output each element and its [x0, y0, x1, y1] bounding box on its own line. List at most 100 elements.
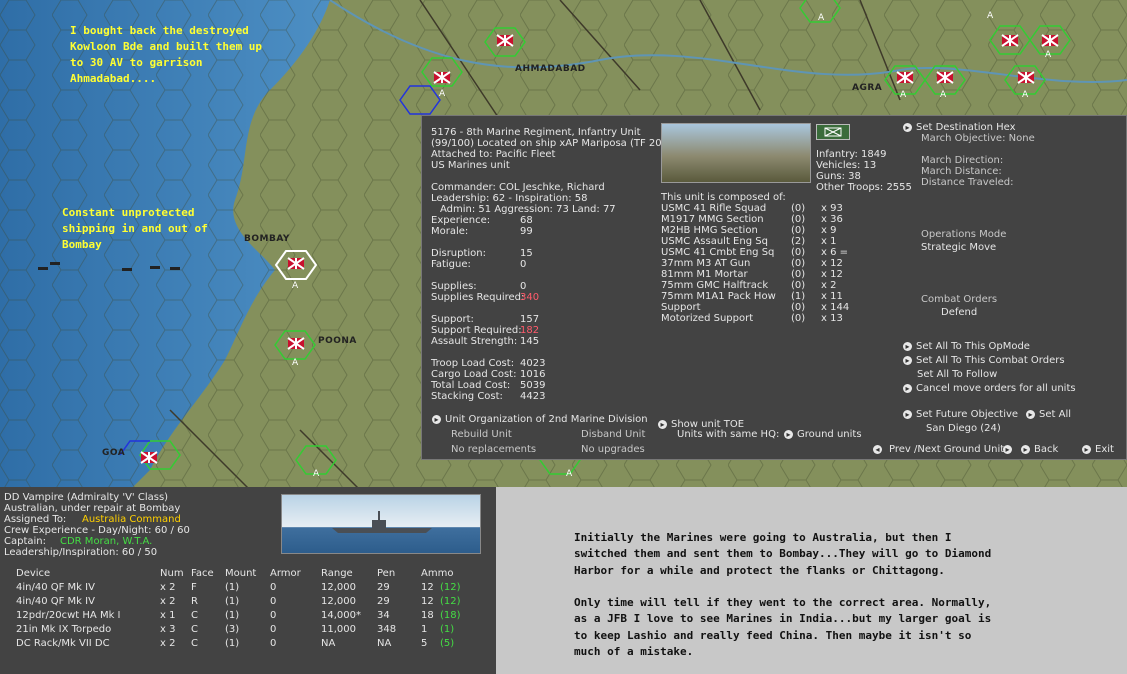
stat-label: Supplies Required: — [431, 292, 525, 303]
composition-count: x 13 — [821, 313, 843, 324]
composition-name: Support — [661, 302, 701, 313]
stat-value: 0 — [520, 259, 527, 270]
composition-name: USMC 41 Cmbt Eng Sq — [661, 247, 775, 258]
composition-disabled: (0) — [791, 225, 806, 236]
unit-counter-icon[interactable] — [896, 71, 914, 84]
unit-counter-icon[interactable] — [140, 451, 158, 464]
prev-next-label: Prev /Next Ground Unit — [889, 444, 1005, 455]
prev-unit-button[interactable]: ◂ — [873, 444, 886, 455]
unit-photo — [661, 123, 811, 183]
composition-name: 75mm M1A1 Pack How — [661, 291, 776, 302]
set-destination-label: Set Destination Hex — [916, 122, 1016, 133]
commander-line[interactable]: Commander: COL Jeschke, Richard — [431, 182, 605, 193]
device-range: NA — [321, 638, 336, 649]
captain-name-link[interactable]: CDR Moran, W.T.A. — [60, 536, 152, 547]
no-upgrades: No upgrades — [581, 444, 645, 455]
device-armor: 0 — [270, 610, 277, 621]
commentary-panel: Initially the Marines were going to Aust… — [496, 487, 1127, 674]
composition-name: 75mm GMC Halftrack — [661, 280, 769, 291]
composition-name: M1917 MMG Section — [661, 214, 764, 225]
device-pen: 29 — [377, 582, 390, 593]
device-name[interactable]: 4in/40 QF Mk IV — [16, 596, 95, 607]
device-name[interactable]: 21in Mk IX Torpedo — [16, 624, 111, 635]
stat-value: 68 — [520, 215, 533, 226]
unit-counter-icon[interactable] — [496, 34, 514, 47]
set-destination-button[interactable]: ▸ Set Destination Hex — [903, 122, 1016, 133]
composition-disabled: (0) — [791, 247, 806, 258]
device-name[interactable]: 4in/40 QF Mk IV — [16, 582, 95, 593]
unit-marker-label: A — [1045, 50, 1052, 60]
stat-label: Disruption: — [431, 248, 487, 259]
unit-counter-icon[interactable] — [1041, 34, 1059, 47]
stat-label: Total Load Cost: — [431, 380, 511, 391]
disband-unit-button[interactable]: Disband Unit — [581, 429, 645, 440]
cancel-move-button[interactable]: ▸ Cancel move orders for all units — [903, 383, 1076, 394]
arrow-right-icon: ▸ — [784, 429, 793, 439]
assigned-command-link[interactable]: Australia Command — [82, 514, 181, 525]
no-replacements: No replacements — [451, 444, 537, 455]
exit-button[interactable]: ▸ Exit — [1082, 444, 1114, 455]
device-num: x 2 — [160, 596, 176, 607]
unit-marker-label: A — [292, 281, 299, 291]
annotation-line: shipping in and out of — [62, 222, 208, 235]
set-all-opmode-button[interactable]: ▸ Set All To This OpMode — [903, 341, 1030, 352]
stat-value: 99 — [520, 226, 533, 237]
unit-counter-icon[interactable] — [936, 71, 954, 84]
device-ammo: 18 — [421, 610, 434, 621]
ground-units-label: Ground units — [797, 429, 862, 440]
totals-infantry: Infantry: 1849 — [816, 149, 887, 160]
commentary-paragraph-2: Only time will tell if they went to the … — [574, 596, 992, 658]
stat-value-required: 340 — [520, 292, 540, 303]
unit-header-line: 5176 - 8th Marine Regiment, Infantry Uni… — [431, 127, 641, 138]
device-ammo-max: (5) — [440, 638, 455, 649]
device-name[interactable]: DC Rack/Mk VII DC — [16, 638, 110, 649]
composition-disabled: (0) — [791, 203, 806, 214]
stat-label: Supplies: — [431, 281, 477, 292]
device-range: 12,000 — [321, 596, 356, 607]
march-direction: March Direction: — [921, 155, 1004, 166]
stat-value: 145 — [520, 336, 540, 347]
rebuild-unit-button[interactable]: Rebuild Unit — [451, 429, 512, 440]
unit-counter-icon[interactable] — [1017, 71, 1035, 84]
unit-marker-label: A — [987, 11, 994, 21]
device-name[interactable]: 12pdr/20cwt HA Mk I — [16, 610, 121, 621]
next-unit-button[interactable]: ▸ — [1003, 444, 1016, 455]
ground-units-button[interactable]: ▸ Ground units — [784, 429, 862, 440]
composition-count: x 93 — [821, 203, 843, 214]
composition-count: x 144 — [821, 302, 850, 313]
set-all-objective-button[interactable]: ▸ Set All — [1026, 409, 1071, 420]
device-armor: 0 — [270, 596, 277, 607]
annotation-line: Constant unprotected — [62, 206, 195, 219]
crew-experience: Crew Experience - Day/Night: 60 / 60 — [4, 525, 190, 536]
back-button[interactable]: ▸ Back — [1021, 444, 1058, 455]
set-future-objective-button[interactable]: ▸ Set Future Objective — [903, 409, 1018, 420]
device-num: x 3 — [160, 624, 176, 635]
combat-orders-value[interactable]: Defend — [941, 307, 977, 318]
col-header-ammo: Ammo — [421, 568, 454, 579]
unit-header-line: Attached to: Pacific Fleet — [431, 149, 556, 160]
unit-counter-icon[interactable] — [433, 71, 451, 84]
unit-counter-icon[interactable] — [287, 257, 305, 270]
set-all-follow-button[interactable]: Set All To Follow — [917, 369, 997, 380]
unit-counter-icon[interactable] — [287, 337, 305, 350]
annotation-line: Bombay — [62, 238, 102, 251]
composition-disabled: (0) — [791, 269, 806, 280]
distance-traveled: Distance Traveled: — [921, 177, 1014, 188]
ops-mode-value[interactable]: Strategic Move — [921, 242, 996, 253]
device-mount: (1) — [225, 596, 240, 607]
unit-marker-label: A — [900, 90, 907, 100]
device-armor: 0 — [270, 638, 277, 649]
set-all-opmode-label: Set All To This OpMode — [916, 341, 1030, 352]
unit-header-line: (99/100) Located on ship xAP Mariposa (T… — [431, 138, 672, 149]
unit-counter-icon[interactable] — [1001, 34, 1019, 47]
unit-organization-button[interactable]: ▸ Unit Organization of 2nd Marine Divisio… — [432, 414, 648, 425]
annotation-line: I bought back the destroyed — [70, 24, 249, 37]
city-label-bombay: BOMBAY — [244, 234, 290, 244]
col-header-face: Face — [191, 568, 214, 579]
set-all-combat-button[interactable]: ▸ Set All To This Combat Orders — [903, 355, 1065, 366]
unit-header-line: US Marines unit — [431, 160, 510, 171]
composition-count: x 2 — [821, 280, 837, 291]
commentary-paragraph-1: Initially the Marines were going to Aust… — [574, 531, 992, 577]
annotation-kowloon: I bought back the destroyed Kowloon Bde … — [70, 23, 262, 87]
device-face: C — [191, 638, 198, 649]
